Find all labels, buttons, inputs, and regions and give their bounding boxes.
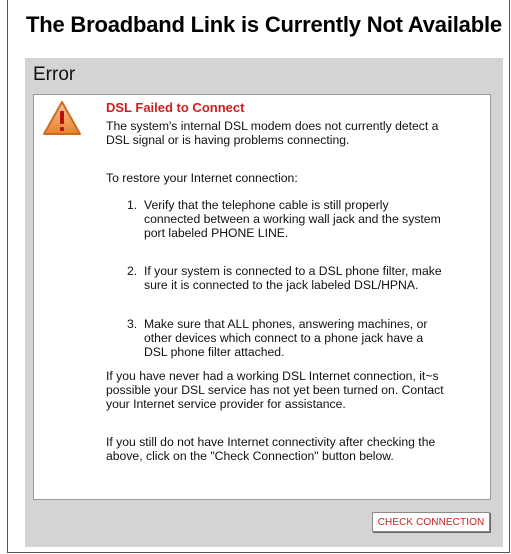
panel-title: Error	[33, 64, 76, 85]
step-line: connected between a working wall jack an…	[144, 212, 441, 226]
restore-intro: To restore your Internet connection:	[106, 171, 298, 185]
error-content: DSL Failed to Connect The system's inter…	[33, 94, 491, 500]
check-connection-button[interactable]: CHECK CONNECTION	[372, 512, 490, 532]
step-number: 3.	[127, 317, 138, 331]
step-line: DSL phone filter attached.	[144, 345, 285, 359]
step-line: other devices which connect to a phone j…	[144, 331, 424, 345]
info-line: above, click on the "Check Connection" b…	[106, 449, 394, 463]
info-line: If you have never had a working DSL Inte…	[106, 369, 439, 383]
page-title: The Broadband Link is Currently Not Avai…	[26, 12, 502, 37]
info-line: your Internet service provider for assis…	[106, 397, 346, 411]
warning-triangle-icon	[43, 101, 81, 135]
error-description-line: DSL signal or is having problems connect…	[106, 133, 350, 147]
error-panel: Error DSL Failed to Connect The system's…	[25, 58, 503, 547]
error-description-line: The system's internal DSL modem does not…	[106, 119, 439, 133]
error-title: DSL Failed to Connect	[106, 100, 245, 115]
step-line: sure it is connected to the jack labeled…	[144, 278, 419, 292]
step-line: If your system is connected to a DSL pho…	[144, 264, 442, 278]
step-number: 1.	[127, 198, 138, 212]
step-line: Verify that the telephone cable is still…	[144, 198, 389, 212]
step-line: Make sure that ALL phones, answering mac…	[144, 317, 428, 331]
step-number: 2.	[127, 264, 138, 278]
step-line: port labeled PHONE LINE.	[144, 226, 289, 240]
action-bar: CHECK CONNECTION	[33, 510, 491, 538]
info-line: If you still do not have Internet connec…	[106, 435, 436, 449]
info-line: possible your DSL service has not yet be…	[106, 383, 444, 397]
